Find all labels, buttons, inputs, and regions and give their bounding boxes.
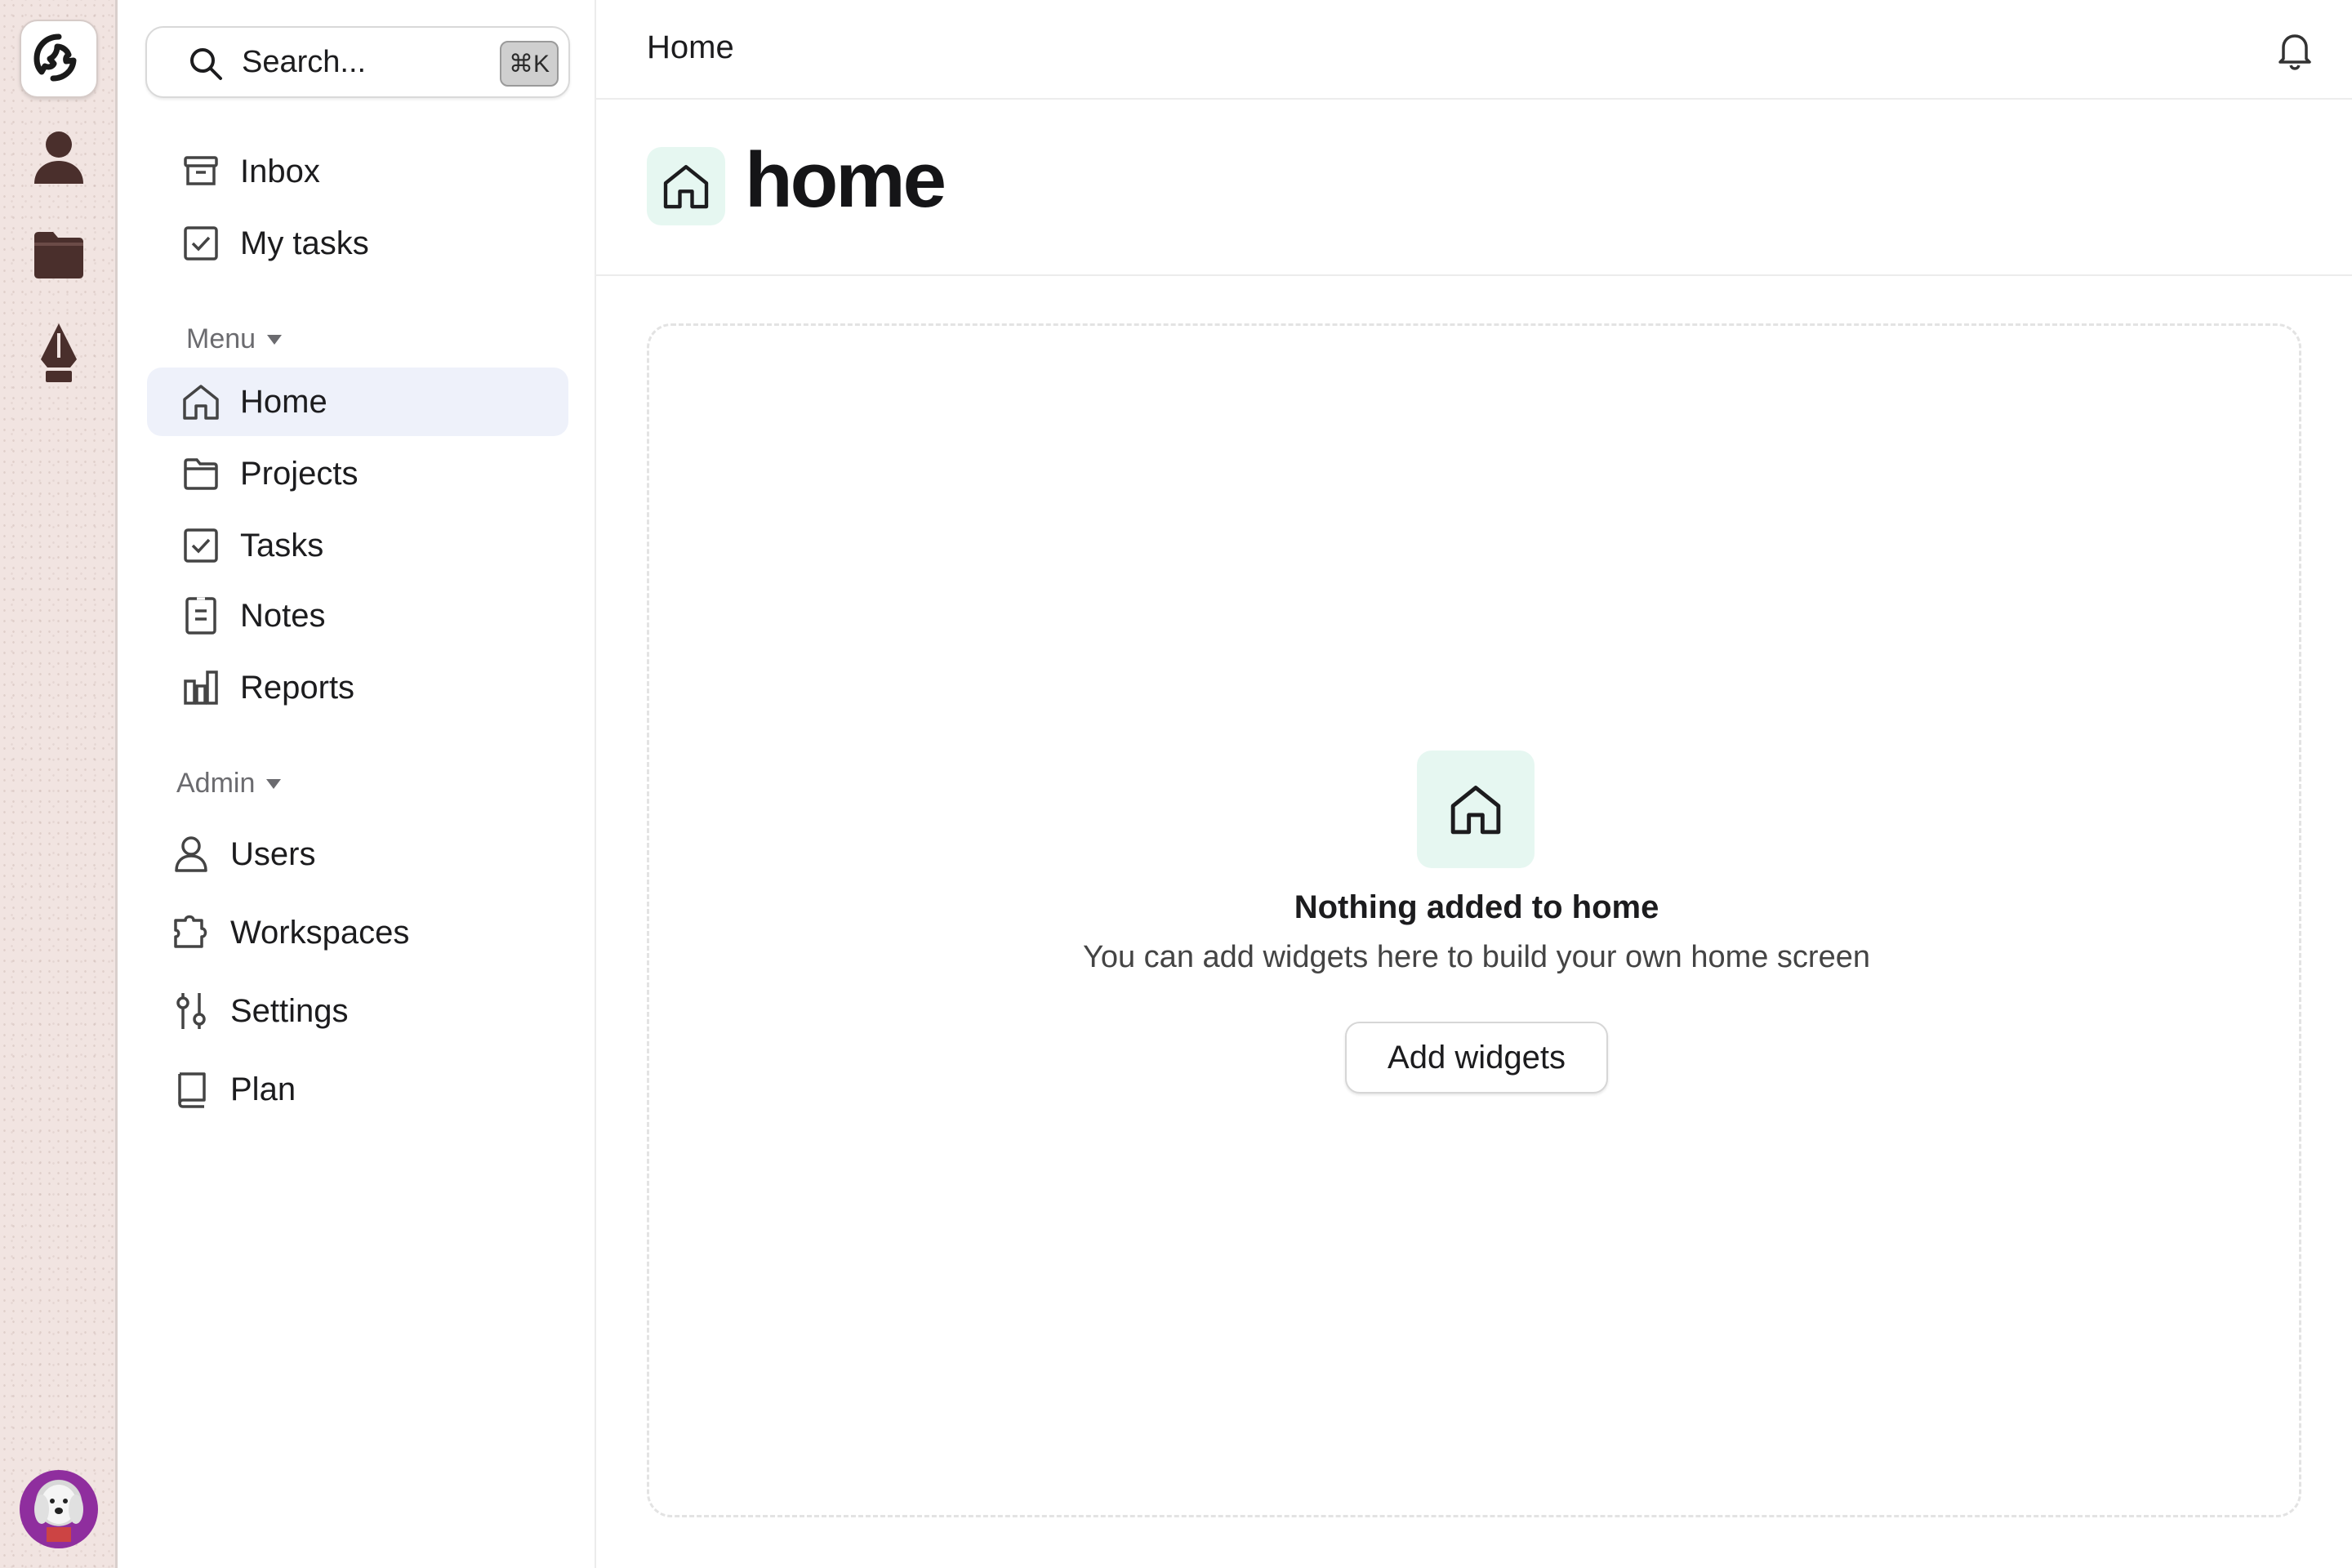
sidebar-item-label: Workspaces xyxy=(230,914,410,951)
home-icon xyxy=(1417,751,1535,868)
folder-icon xyxy=(180,452,222,495)
admin-section-label: Admin xyxy=(176,768,256,799)
sidebar-item-label: Tasks xyxy=(240,527,324,564)
rail-folder-button[interactable] xyxy=(20,216,98,294)
search-shortcut-badge: ⌘K xyxy=(500,41,559,87)
reports-icon xyxy=(180,666,222,709)
sidebar-item-inbox[interactable]: Inbox xyxy=(180,137,572,206)
top-bar: Home xyxy=(596,0,2352,100)
app: Search... ⌘K Inbox My tasks Menu Home Pr… xyxy=(0,0,2352,1568)
bell-icon[interactable] xyxy=(2277,29,2313,74)
breadcrumb[interactable]: Home xyxy=(647,29,734,66)
pen-nib-icon xyxy=(41,323,77,382)
sidebar-item-projects[interactable]: Projects xyxy=(180,439,572,508)
sidebar-item-label: Projects xyxy=(240,455,359,492)
sidebar-item-label: Notes xyxy=(240,597,326,634)
sidebar-item-label: Settings xyxy=(230,992,349,1029)
rail-pen-button[interactable] xyxy=(20,314,98,392)
caret-down-icon xyxy=(266,778,282,789)
user-icon xyxy=(170,833,212,875)
person-icon xyxy=(34,131,83,184)
sidebar-item-label: Inbox xyxy=(240,153,320,189)
sidebar-item-notes[interactable]: Notes xyxy=(180,581,572,650)
sidebar-item-tasks[interactable]: Tasks xyxy=(180,511,572,580)
checkbox-icon xyxy=(180,524,222,567)
menu-section-toggle[interactable]: Menu xyxy=(186,323,283,355)
empty-state-title: Nothing added to home xyxy=(1294,889,1659,925)
sidebar-item-label: Reports xyxy=(240,669,355,706)
search-placeholder: Search... xyxy=(242,44,367,79)
checkbox-icon xyxy=(180,222,222,265)
dog-logo-icon xyxy=(33,33,77,82)
sidebar-item-reports[interactable]: Reports xyxy=(180,653,572,722)
caret-down-icon xyxy=(267,334,283,345)
sidebar-item-workspaces[interactable]: Workspaces xyxy=(170,898,570,967)
empty-state-panel: Nothing added to home You can add widget… xyxy=(647,323,2301,1517)
sidebar-item-my-tasks[interactable]: My tasks xyxy=(180,209,572,278)
app-logo-button[interactable] xyxy=(20,20,98,98)
sidebar-item-label: Plan xyxy=(230,1071,296,1107)
folder-icon xyxy=(34,232,83,278)
book-icon xyxy=(170,1068,212,1111)
rail-profile-button[interactable] xyxy=(20,118,98,196)
add-widgets-button[interactable]: Add widgets xyxy=(1345,1022,1608,1094)
page-header: home xyxy=(596,100,2352,276)
sidebar-item-home[interactable]: Home xyxy=(147,368,568,436)
sidebar-item-label: My tasks xyxy=(240,225,369,261)
sidebar-item-plan[interactable]: Plan xyxy=(170,1055,570,1124)
notes-icon xyxy=(180,595,222,637)
archive-icon xyxy=(180,150,222,193)
sidebar-item-label: Users xyxy=(230,835,316,872)
home-icon xyxy=(180,381,222,423)
puzzle-icon xyxy=(170,911,212,954)
sidebar-item-settings[interactable]: Settings xyxy=(170,977,570,1045)
sidebar-item-label: Home xyxy=(240,383,327,420)
dog-avatar-icon xyxy=(34,1485,83,1542)
sidebar: Search... ⌘K Inbox My tasks Menu Home Pr… xyxy=(118,0,596,1568)
admin-section-toggle[interactable]: Admin xyxy=(176,768,282,800)
sidebar-item-users[interactable]: Users xyxy=(170,820,570,889)
sliders-icon xyxy=(170,990,212,1032)
search-input[interactable]: Search... ⌘K xyxy=(145,26,570,98)
avatar[interactable] xyxy=(20,1470,98,1548)
main-content: Home home Nothing added to home You can … xyxy=(596,0,2352,1568)
home-icon xyxy=(647,147,725,225)
empty-state-subtitle: You can add widgets here to build your o… xyxy=(1083,940,1870,974)
menu-section-label: Menu xyxy=(186,323,256,354)
page-title: home xyxy=(745,136,947,224)
app-rail xyxy=(0,0,118,1568)
search-icon xyxy=(190,48,222,80)
